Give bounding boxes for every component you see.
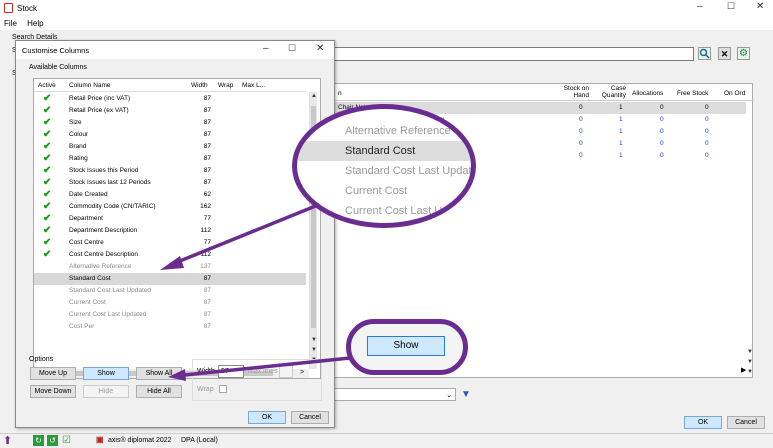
arrow-to-standard-cost	[174, 203, 319, 265]
arrow-head-standard-cost	[160, 256, 184, 270]
arrow-to-show-button	[184, 356, 351, 377]
callout-arrows	[160, 203, 351, 381]
arrow-head-show	[168, 369, 186, 381]
